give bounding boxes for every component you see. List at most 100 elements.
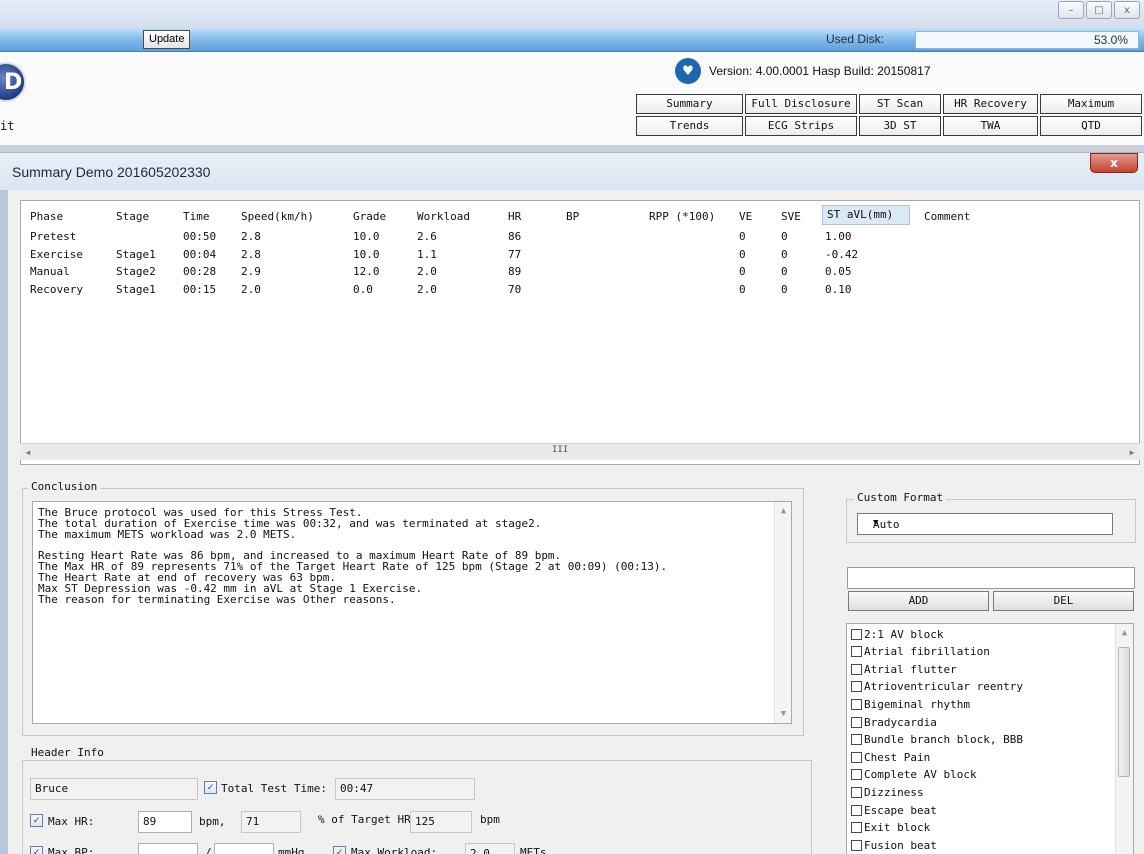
- checkbox-icon[interactable]: [851, 646, 862, 658]
- list-item[interactable]: Atrial flutter: [851, 660, 957, 678]
- horizontal-scrollbar[interactable]: ◂ III ▸: [20, 443, 1140, 460]
- reason-scrollbar[interactable]: ▲: [1115, 624, 1133, 854]
- table-cell: Pretest: [30, 230, 77, 243]
- column-header[interactable]: RPP (*100): [649, 210, 715, 223]
- left-edge: [0, 190, 8, 854]
- nav-button[interactable]: TWA: [943, 116, 1038, 136]
- summary-table[interactable]: Phase Stage Time Speed(km/h) Grade Workload HR…: [20, 200, 1140, 465]
- scroll-right-icon[interactable]: ▸: [1124, 444, 1140, 461]
- nav-button[interactable]: ECG Strips: [745, 116, 857, 136]
- maximize-icon[interactable]: □: [1086, 1, 1112, 19]
- dialog-close-button[interactable]: x: [1090, 153, 1138, 173]
- check-icon[interactable]: ✓: [333, 846, 346, 854]
- list-item[interactable]: Atrioventricular reentry: [851, 678, 1023, 696]
- chevron-down-icon[interactable]: ▼: [873, 518, 1108, 528]
- checkbox-icon[interactable]: [851, 663, 862, 675]
- column-header[interactable]: HR: [508, 210, 521, 223]
- nav-button[interactable]: Maximum: [1040, 94, 1142, 114]
- checkbox-icon[interactable]: [851, 786, 862, 798]
- nav-button[interactable]: Summary: [636, 94, 743, 114]
- checkbox-icon[interactable]: [851, 716, 862, 728]
- column-header[interactable]: VE: [739, 210, 752, 223]
- list-item[interactable]: Bradycardia: [851, 713, 937, 731]
- check-icon[interactable]: ✓: [30, 846, 43, 854]
- scroll-down-icon[interactable]: ▼: [775, 709, 792, 719]
- list-item[interactable]: Atrial fibrillation: [851, 643, 990, 661]
- max-bp-label: Max BP:: [48, 846, 95, 854]
- table-cell: 89: [508, 265, 522, 278]
- list-item[interactable]: Escape beat: [851, 801, 937, 819]
- reason-checklist[interactable]: ▲ 2:1 AV block Atrial fibrillation Atrial …: [846, 623, 1134, 854]
- checkbox-icon[interactable]: [851, 681, 862, 693]
- nav-button[interactable]: QTD: [1040, 116, 1142, 136]
- column-header[interactable]: ST aVL(mm): [822, 205, 910, 225]
- list-item[interactable]: Chest Pain: [851, 748, 930, 766]
- column-header[interactable]: Workload: [417, 210, 470, 223]
- minimize-icon[interactable]: –: [1058, 1, 1084, 19]
- table-cell: 0: [739, 265, 746, 278]
- checkbox-icon[interactable]: [851, 822, 862, 834]
- max-workload-field[interactable]: 2.0: [465, 843, 515, 854]
- list-item[interactable]: Complete AV block: [851, 766, 977, 784]
- total-test-time-label: Total Test Time:: [221, 782, 327, 795]
- scroll-up-icon[interactable]: ▲: [775, 506, 792, 516]
- table-cell: 00:28: [183, 265, 217, 278]
- conclusion-text[interactable]: ▲ ▼ The Bruce protocol was used for this…: [32, 501, 792, 724]
- nav-button[interactable]: 3D ST: [859, 116, 941, 136]
- column-header[interactable]: SVE: [781, 210, 801, 223]
- nav-button[interactable]: Full Disclosure: [745, 94, 857, 114]
- conclusion-scrollbar[interactable]: ▲ ▼: [774, 502, 791, 723]
- target-hr-field[interactable]: 125: [410, 811, 472, 833]
- checkbox-icon[interactable]: [851, 804, 862, 816]
- list-item[interactable]: Bundle branch block, BBB: [851, 731, 1023, 749]
- percent-field[interactable]: 71: [241, 811, 301, 833]
- scroll-left-icon[interactable]: ◂: [20, 444, 36, 461]
- column-header[interactable]: Comment: [924, 210, 970, 223]
- check-icon[interactable]: ✓: [204, 781, 217, 794]
- total-test-time-field[interactable]: 00:47: [335, 778, 475, 800]
- checkbox-icon[interactable]: [851, 769, 862, 781]
- update-button[interactable]: Update: [143, 30, 191, 49]
- column-header[interactable]: Stage: [116, 210, 149, 223]
- list-item[interactable]: 2:1 AV block: [851, 625, 943, 643]
- column-header[interactable]: Grade: [353, 210, 386, 223]
- custom-format-select[interactable]: Auto ▼: [857, 513, 1113, 535]
- scroll-thumb[interactable]: [1118, 647, 1130, 777]
- list-item[interactable]: Fusion beat: [851, 836, 937, 854]
- nav-button[interactable]: Trends: [636, 116, 743, 136]
- table-cell: -0.42: [825, 247, 859, 261]
- table-cell: 0: [781, 247, 788, 261]
- column-header[interactable]: Time: [183, 210, 210, 223]
- table-cell: 0.05: [825, 265, 852, 278]
- max-bp-systolic-field[interactable]: [138, 843, 198, 854]
- checkbox-icon[interactable]: [851, 734, 862, 746]
- add-button[interactable]: ADD: [848, 591, 989, 611]
- column-header[interactable]: BP: [566, 210, 579, 223]
- nav-button[interactable]: HR Recovery: [943, 94, 1038, 114]
- checkbox-icon[interactable]: [851, 751, 862, 763]
- nav-button[interactable]: ST Scan: [859, 94, 941, 114]
- list-item[interactable]: Exit block: [851, 819, 930, 837]
- table-cell: 00:50: [183, 230, 217, 243]
- reason-input[interactable]: [847, 567, 1135, 589]
- close-icon[interactable]: x: [1114, 1, 1140, 19]
- used-disk-bar: 53.0%: [915, 31, 1139, 49]
- table-cell: Exercise: [30, 247, 83, 261]
- scroll-thumb[interactable]: III: [552, 445, 568, 455]
- column-header[interactable]: Speed(km/h): [241, 210, 314, 223]
- check-icon[interactable]: ✓: [30, 814, 43, 827]
- scroll-up-icon[interactable]: ▲: [1116, 628, 1133, 638]
- list-item[interactable]: Bigeminal rhythm: [851, 695, 970, 713]
- checkbox-icon[interactable]: [851, 839, 862, 851]
- checkbox-icon[interactable]: [851, 698, 862, 710]
- conclusion-line: The maximum METS workload was 2.0 METS.: [38, 528, 297, 541]
- table-cell: Manual: [30, 265, 70, 278]
- checkbox-icon[interactable]: [851, 628, 862, 640]
- table-cell: 1.00: [825, 230, 852, 243]
- max-hr-field[interactable]: 89: [138, 811, 192, 833]
- column-header[interactable]: Phase: [30, 210, 63, 223]
- del-button[interactable]: DEL: [993, 591, 1134, 611]
- list-item[interactable]: Dizziness: [851, 783, 924, 801]
- protocol-field[interactable]: Bruce: [30, 778, 198, 800]
- max-bp-diastolic-field[interactable]: [214, 843, 274, 854]
